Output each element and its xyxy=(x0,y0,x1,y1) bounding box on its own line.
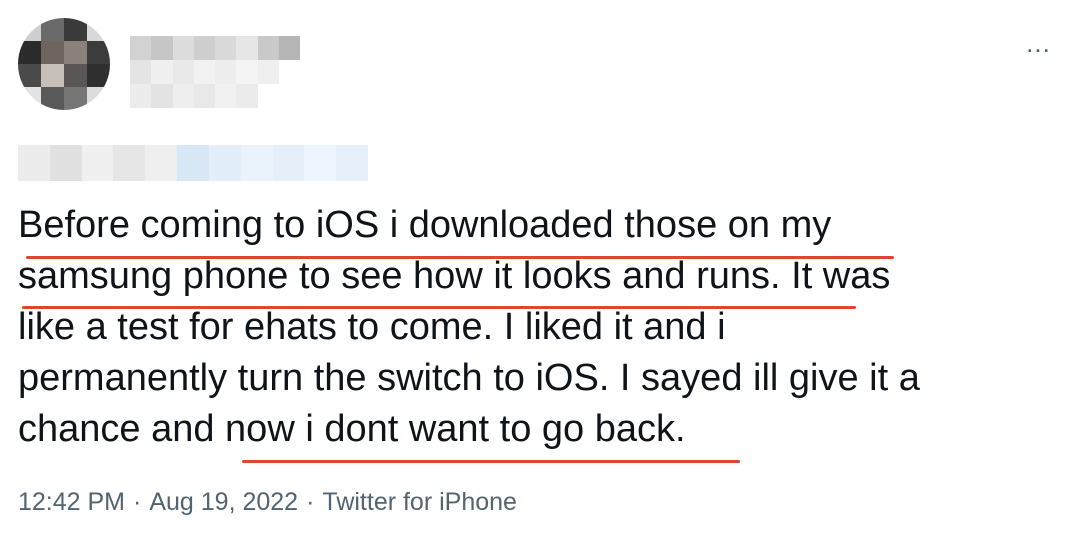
tweet-line: samsung phone to see how it looks and ru… xyxy=(18,255,891,297)
tweet-text: Before coming to iOS i downloaded those … xyxy=(18,200,1058,455)
tweet-line: chance and now i dont want to go back. xyxy=(18,408,686,450)
tweet-source[interactable]: Twitter for iPhone xyxy=(322,488,517,516)
separator: · xyxy=(133,488,142,516)
tweet-time[interactable]: 12:42 PM xyxy=(18,488,125,516)
tweet-date[interactable]: Aug 19, 2022 xyxy=(149,488,298,516)
avatar[interactable] xyxy=(18,18,110,110)
tweet-meta: 12:42 PM · Aug 19, 2022 · Twitter for iPhone xyxy=(18,488,517,517)
author-name-blurred[interactable] xyxy=(130,36,300,108)
more-options-icon[interactable]: … xyxy=(1025,30,1052,56)
tweet-line: like a test for ehats to come. I liked i… xyxy=(18,306,726,348)
replying-to-blurred xyxy=(18,145,368,181)
highlight-underline xyxy=(22,306,856,309)
tweet-line: permanently turn the switch to iOS. I sa… xyxy=(18,357,920,399)
tweet-line: Before coming to iOS i downloaded those … xyxy=(18,204,832,246)
highlight-underline xyxy=(242,460,740,463)
separator: · xyxy=(306,488,315,516)
highlight-underline xyxy=(26,256,894,259)
